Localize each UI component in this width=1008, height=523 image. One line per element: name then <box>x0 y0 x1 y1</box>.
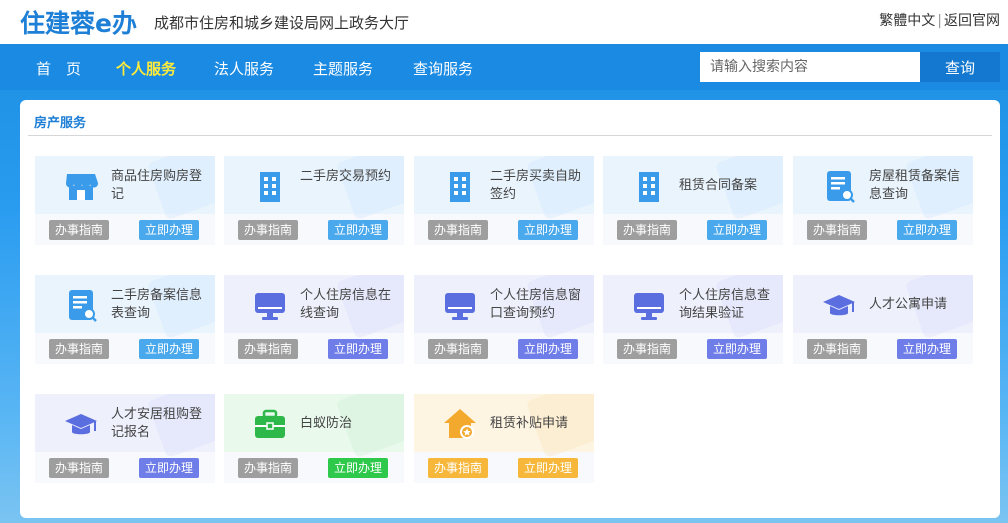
nav-legal-entity-services[interactable]: 法人服务 <box>214 58 274 79</box>
apply-button[interactable]: 立即办理 <box>707 339 767 359</box>
card-label: 二手房备案信息表查询 <box>111 288 203 321</box>
guide-button[interactable]: 办事指南 <box>428 220 488 240</box>
card-label: 二手房交易预约 <box>300 169 392 184</box>
card-label: 白蚁防治 <box>300 416 353 431</box>
service-card[interactable]: 商品住房购房登记 办事指南 立即办理 <box>35 156 215 245</box>
site-logo[interactable]: 住建蓉e办 <box>20 4 137 40</box>
guide-button[interactable]: 办事指南 <box>49 220 109 240</box>
section-divider <box>28 135 992 136</box>
guide-button[interactable]: 办事指南 <box>238 458 298 478</box>
link-separator: | <box>937 13 942 29</box>
house-coin-icon <box>444 409 476 439</box>
card-label: 个人住房信息窗口查询预约 <box>490 288 582 321</box>
graduation-cap-icon <box>823 295 855 316</box>
nav-personal-services[interactable]: 个人服务 <box>116 58 176 79</box>
apply-button[interactable]: 立即办理 <box>897 339 957 359</box>
card-label: 个人住房信息在线查询 <box>300 288 392 321</box>
guide-button[interactable]: 办事指南 <box>49 458 109 478</box>
official-site-link[interactable]: 返回官网 <box>944 13 1000 29</box>
top-links: 繁體中文 | 返回官网 <box>879 10 1000 30</box>
card-label: 商品住房购房登记 <box>111 169 203 202</box>
search-button[interactable]: 查询 <box>920 52 1000 82</box>
guide-button[interactable]: 办事指南 <box>617 220 677 240</box>
traditional-chinese-link[interactable]: 繁體中文 <box>879 13 935 29</box>
store-icon <box>65 174 99 200</box>
graduation-cap-icon <box>65 414 97 435</box>
apply-button[interactable]: 立即办理 <box>139 339 199 359</box>
nav-query-services[interactable]: 查询服务 <box>413 58 473 79</box>
toolbox-icon <box>255 409 285 438</box>
card-label: 租赁补贴申请 <box>490 416 569 431</box>
apply-button[interactable]: 立即办理 <box>328 458 388 478</box>
card-label: 租赁合同备案 <box>679 178 758 193</box>
card-label: 人才公寓申请 <box>869 297 948 312</box>
building-icon <box>639 172 659 202</box>
apply-button[interactable]: 立即办理 <box>707 220 767 240</box>
guide-button[interactable]: 办事指南 <box>617 339 677 359</box>
guide-button[interactable]: 办事指南 <box>428 458 488 478</box>
building-icon <box>450 172 470 202</box>
card-label: 个人住房信息查询结果验证 <box>679 288 771 321</box>
service-card[interactable]: 人才安居租购登记报名 办事指南 立即办理 <box>35 394 215 483</box>
apply-button[interactable]: 立即办理 <box>139 458 199 478</box>
guide-button[interactable]: 办事指南 <box>428 339 488 359</box>
document-search-icon <box>827 171 855 203</box>
apply-button[interactable]: 立即办理 <box>897 220 957 240</box>
service-card[interactable]: 租赁合同备案 办事指南 立即办理 <box>603 156 783 245</box>
apply-button[interactable]: 立即办理 <box>518 339 578 359</box>
monitor-icon <box>445 293 475 320</box>
guide-button[interactable]: 办事指南 <box>238 220 298 240</box>
monitor-icon <box>634 293 664 320</box>
card-label: 房屋租赁备案信息查询 <box>869 169 961 202</box>
service-card[interactable]: 房屋租赁备案信息查询 办事指南 立即办理 <box>793 156 973 245</box>
building-icon <box>260 172 280 202</box>
apply-button[interactable]: 立即办理 <box>139 220 199 240</box>
service-panel: 房产服务 商品住房购房登记 办事指南 立即办理 二手房交易预约 办事指南 立即办… <box>20 100 1000 518</box>
service-card[interactable]: 个人住房信息窗口查询预约 办事指南 立即办理 <box>414 275 594 364</box>
card-label: 二手房买卖自助签约 <box>490 169 582 202</box>
site-title: 成都市住房和城乡建设局网上政务大厅 <box>154 14 410 32</box>
service-card[interactable]: 二手房买卖自助签约 办事指南 立即办理 <box>414 156 594 245</box>
section-title: 房产服务 <box>34 116 87 131</box>
service-card[interactable]: 租赁补贴申请 办事指南 立即办理 <box>414 394 594 483</box>
monitor-icon <box>255 293 285 320</box>
search-input[interactable] <box>700 52 920 82</box>
service-card[interactable]: 人才公寓申请 办事指南 立即办理 <box>793 275 973 364</box>
service-card[interactable]: 个人住房信息在线查询 办事指南 立即办理 <box>224 275 404 364</box>
service-card[interactable]: 二手房交易预约 办事指南 立即办理 <box>224 156 404 245</box>
document-search-icon <box>69 290 97 322</box>
apply-button[interactable]: 立即办理 <box>328 220 388 240</box>
top-header: 住建蓉e办 成都市住房和城乡建设局网上政务大厅 繁體中文 | 返回官网 <box>0 0 1008 44</box>
nav-home[interactable]: 首 页 <box>36 58 81 79</box>
guide-button[interactable]: 办事指南 <box>49 339 109 359</box>
guide-button[interactable]: 办事指南 <box>807 339 867 359</box>
service-card[interactable]: 个人住房信息查询结果验证 办事指南 立即办理 <box>603 275 783 364</box>
apply-button[interactable]: 立即办理 <box>518 220 578 240</box>
nav-theme-services[interactable]: 主题服务 <box>313 58 373 79</box>
apply-button[interactable]: 立即办理 <box>518 458 578 478</box>
apply-button[interactable]: 立即办理 <box>328 339 388 359</box>
guide-button[interactable]: 办事指南 <box>238 339 298 359</box>
service-card[interactable]: 二手房备案信息表查询 办事指南 立即办理 <box>35 275 215 364</box>
guide-button[interactable]: 办事指南 <box>807 220 867 240</box>
service-card[interactable]: 白蚁防治 办事指南 立即办理 <box>224 394 404 483</box>
card-label: 人才安居租购登记报名 <box>111 407 203 440</box>
